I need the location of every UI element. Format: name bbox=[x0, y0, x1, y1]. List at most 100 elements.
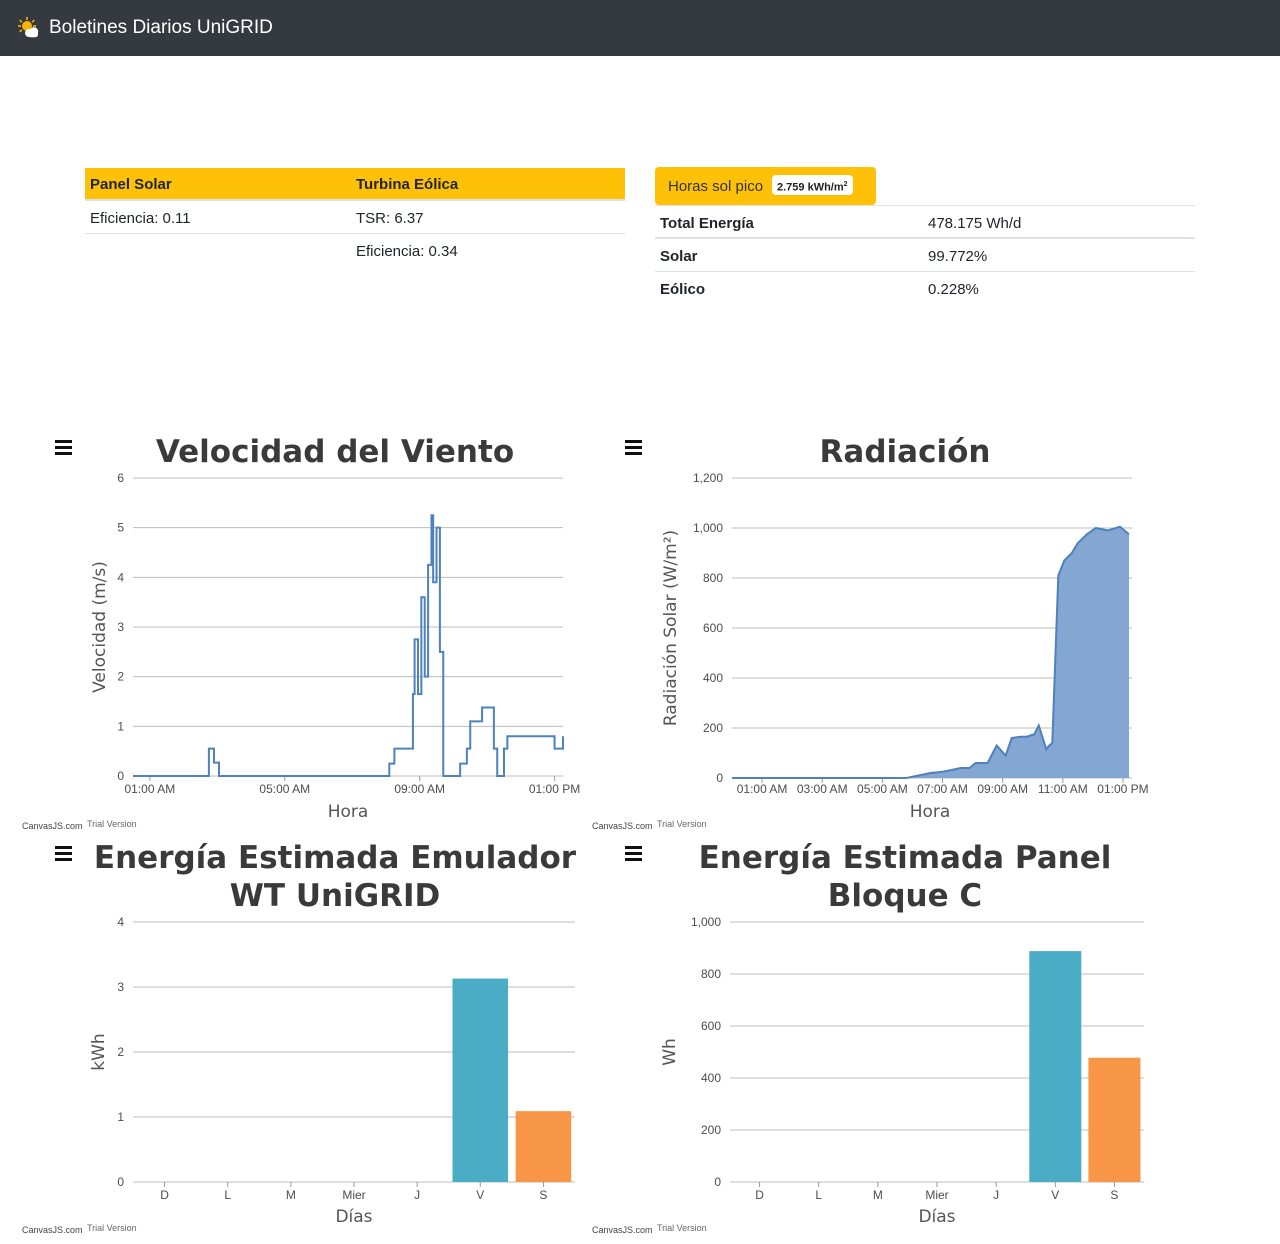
sun-cloud-icon[interactable] bbox=[18, 17, 40, 39]
y-tick-label: 800 bbox=[701, 967, 721, 981]
hamburger-menu-icon[interactable] bbox=[55, 846, 72, 861]
config-table: Panel Solar Turbina Eólica Eficiencia: 0… bbox=[85, 168, 625, 267]
y-axis-title: Wh bbox=[660, 1038, 680, 1066]
canvasjs-credit: CanvasJS.com bbox=[22, 1225, 83, 1235]
x-tick-label: 03:00 AM bbox=[797, 782, 848, 796]
panel-energy-chart: Energía Estimada Panel Bloque C 0 200 400 600… bbox=[570, 828, 1180, 1242]
x-tick-label: D bbox=[755, 1188, 764, 1202]
x-tick-label: 07:00 AM bbox=[917, 782, 968, 796]
x-tick-label: V bbox=[1051, 1188, 1059, 1202]
y-tick-label: 400 bbox=[703, 671, 723, 685]
menu-bar bbox=[625, 452, 642, 455]
trial-version-label: Trial Version bbox=[657, 1223, 707, 1233]
x-tick-label: Mier bbox=[342, 1188, 365, 1202]
x-tick-label: L bbox=[815, 1188, 822, 1202]
y-tick-label: 4 bbox=[117, 570, 124, 584]
navbar: Boletines Diarios UniGRID bbox=[0, 0, 1280, 56]
x-tick-label: 01:00 PM bbox=[1097, 782, 1148, 796]
table-cell: Eólico bbox=[660, 281, 706, 298]
header-turbina-eolica: Turbina Eólica bbox=[356, 176, 459, 193]
table-row: Solar 99.772% bbox=[655, 239, 1195, 272]
menu-bar bbox=[625, 858, 642, 861]
menu-bar bbox=[625, 440, 642, 443]
x-tick-label: L bbox=[224, 1188, 231, 1202]
x-tick-label: J bbox=[414, 1188, 420, 1202]
y-tick-label: 1,000 bbox=[691, 915, 721, 929]
menu-bar bbox=[625, 846, 642, 849]
peak-hours-label: Horas sol pico bbox=[668, 178, 764, 195]
y-tick-label: 200 bbox=[703, 721, 723, 735]
table-cell: Solar bbox=[660, 248, 698, 265]
y-tick-label: 3 bbox=[117, 980, 124, 994]
y-tick-label: 1,000 bbox=[693, 521, 723, 535]
y-tick-label: 800 bbox=[703, 571, 723, 585]
x-tick-label: 05:00 AM bbox=[857, 782, 908, 796]
table-cell: 0.228% bbox=[928, 281, 979, 298]
x-tick-label: Mier bbox=[925, 1188, 948, 1202]
y-tick-label: 0 bbox=[117, 769, 124, 783]
canvasjs-credit: CanvasJS.com bbox=[592, 1225, 653, 1235]
bar bbox=[1029, 951, 1082, 1182]
wind-speed-chart: Velocidad del Viento 0 1 2 3 4 5 6 01:00 AM 05:00… bbox=[0, 420, 610, 835]
x-tick-label: 05:00 AM bbox=[259, 782, 310, 796]
bar bbox=[1088, 1057, 1141, 1182]
panel-energy-chart-svg: Energía Estimada PanelBloque C 0 200 400 600… bbox=[592, 840, 1144, 1235]
menu-bar bbox=[55, 846, 72, 849]
table-row: Eficiencia: 0.34 bbox=[85, 234, 625, 267]
radiation-area bbox=[732, 526, 1129, 778]
y-tick-label: 0 bbox=[117, 1175, 124, 1189]
menu-bar bbox=[55, 440, 72, 443]
y-tick-label: 6 bbox=[117, 471, 124, 485]
bar bbox=[515, 1111, 572, 1182]
menu-bar bbox=[625, 446, 642, 449]
y-tick-label: 200 bbox=[701, 1123, 721, 1137]
x-tick-label: M bbox=[873, 1188, 883, 1202]
y-tick-label: 400 bbox=[701, 1071, 721, 1085]
chart-title: Energía Estimada Panel bbox=[699, 840, 1112, 876]
config-table-header: Panel Solar Turbina Eólica bbox=[85, 168, 625, 201]
y-axis-title: Radiación Solar (W/m²) bbox=[661, 530, 681, 726]
y-tick-label: 0 bbox=[716, 771, 723, 785]
table-cell: TSR: 6.37 bbox=[356, 210, 424, 227]
wind-speed-chart-svg: Velocidad del Viento 0 1 2 3 4 5 6 01:00 AM 05:00… bbox=[22, 434, 580, 831]
y-tick-label: 1 bbox=[117, 1110, 124, 1124]
x-tick-label: 09:00 AM bbox=[394, 782, 445, 796]
y-axis-title: Velocidad (m/s) bbox=[90, 561, 110, 693]
x-axis-title: Días bbox=[335, 1207, 372, 1227]
x-tick-label: D bbox=[160, 1188, 169, 1202]
y-tick-label: 1 bbox=[117, 719, 124, 733]
x-tick-label: S bbox=[539, 1188, 547, 1202]
peak-hours-badge: Horas sol pico 2.759 kWh/m2 bbox=[655, 167, 876, 205]
chart-title: Velocidad del Viento bbox=[156, 434, 514, 470]
peak-hours-value: 2.759 kWh/m2 bbox=[772, 175, 853, 195]
table-row: Total Energía 478.175 Wh/d bbox=[655, 206, 1195, 239]
x-tick-label: V bbox=[476, 1188, 484, 1202]
hamburger-menu-icon[interactable] bbox=[625, 440, 642, 455]
y-tick-label: 2 bbox=[117, 670, 124, 684]
menu-bar bbox=[55, 858, 72, 861]
menu-bar bbox=[625, 852, 642, 855]
header-panel-solar: Panel Solar bbox=[90, 176, 172, 193]
hamburger-menu-icon[interactable] bbox=[55, 440, 72, 455]
y-tick-label: 0 bbox=[714, 1175, 721, 1189]
wind-speed-series bbox=[133, 514, 564, 777]
y-axis-title: kWh bbox=[89, 1033, 109, 1070]
x-tick-label: 01:00 AM bbox=[125, 782, 176, 796]
menu-bar bbox=[55, 452, 72, 455]
table-cell: 99.772% bbox=[928, 248, 988, 265]
y-tick-label: 4 bbox=[117, 915, 124, 929]
x-tick-label: 01:00 AM bbox=[737, 782, 788, 796]
x-tick-label: 09:00 AM bbox=[977, 782, 1028, 796]
app-title[interactable]: Boletines Diarios UniGRID bbox=[49, 17, 273, 39]
chart-title: Radiación bbox=[820, 434, 991, 470]
menu-bar bbox=[55, 446, 72, 449]
y-tick-label: 1,200 bbox=[693, 471, 723, 485]
x-tick-label: S bbox=[1110, 1188, 1118, 1202]
x-tick-label: 11:00 AM bbox=[1038, 782, 1088, 796]
hamburger-menu-icon[interactable] bbox=[625, 846, 642, 861]
chart-title: WT UniGRID bbox=[230, 878, 441, 914]
wt-energy-chart: Energía Estimada Emulador WT UniGRID 0 1 2 3 4… bbox=[0, 828, 610, 1242]
table-cell: 478.175 Wh/d bbox=[928, 215, 1022, 232]
wt-energy-chart-svg: Energía Estimada EmuladorWT UniGRID 0 1 2 3 4… bbox=[22, 840, 577, 1235]
x-axis-title: Días bbox=[918, 1207, 955, 1227]
